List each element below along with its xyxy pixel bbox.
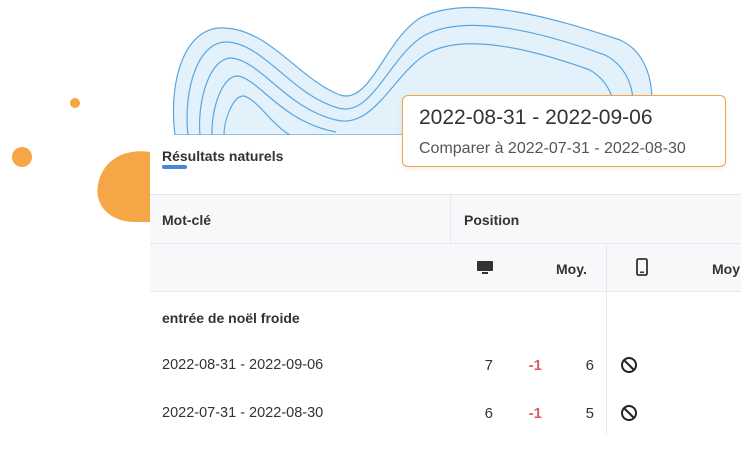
row-position-change: -1 (528, 357, 542, 374)
column-divider (606, 244, 607, 434)
tooltip-period: 2022-08-31 - 2022-09-06 (419, 106, 653, 129)
card-title: Résultats naturels (162, 148, 284, 164)
row-desktop-position: 7 (484, 357, 493, 374)
table-subheader-row: Moy. Moy (150, 244, 741, 292)
orange-blob-decoration (97, 151, 150, 222)
keyword-label: entrée de noël froide (162, 310, 300, 326)
row-avg-position: 6 (585, 357, 594, 374)
organic-results-card: Résultats naturels Mot-clé Position Moy.… (150, 135, 741, 457)
dot-decoration (12, 147, 32, 167)
table-header-row: Mot-clé Position (150, 194, 741, 244)
row-desktop-position: 6 (484, 405, 493, 422)
subheader-avg-mobile[interactable]: Moy (712, 261, 740, 277)
desktop-icon (477, 261, 493, 274)
subheader-avg-desktop[interactable]: Moy. (556, 261, 587, 277)
row-period: 2022-08-31 - 2022-09-06 (162, 357, 324, 373)
tooltip-compare: Comparer à 2022-07-31 - 2022-08-30 (419, 140, 686, 157)
dot-decoration (70, 98, 80, 108)
row-position-change: -1 (528, 405, 542, 422)
row-avg-position: 5 (585, 405, 594, 422)
period-tooltip: 2022-08-31 - 2022-09-06 Comparer à 2022-… (402, 95, 726, 167)
mobile-icon (636, 258, 648, 276)
title-underline (162, 165, 187, 169)
no-entry-icon (621, 405, 637, 421)
row-period: 2022-07-31 - 2022-08-30 (162, 405, 324, 421)
no-entry-icon (621, 357, 637, 373)
column-divider (450, 194, 451, 244)
header-keyword[interactable]: Mot-clé (162, 212, 211, 228)
header-position[interactable]: Position (464, 212, 519, 228)
